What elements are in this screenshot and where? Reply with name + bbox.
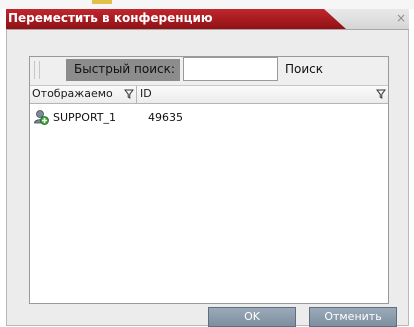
column-header-label: ID	[140, 87, 152, 100]
user-list-panel: Быстрый поиск: Поиск Отображаемо ID SUPP…	[29, 56, 389, 304]
table-header: Отображаемо ID	[30, 86, 388, 104]
cancel-button[interactable]: Отменить	[309, 307, 397, 327]
add-user-icon	[34, 110, 49, 125]
search-button[interactable]: Поиск	[285, 62, 323, 76]
quick-search-input[interactable]	[183, 57, 278, 81]
table-row[interactable]: SUPPORT_1 49635	[30, 108, 388, 128]
column-header-label: Отображаемо	[32, 87, 113, 100]
background-window	[0, 0, 414, 9]
quick-search-label: Быстрый поиск:	[74, 62, 175, 76]
filter-icon[interactable]	[376, 89, 386, 99]
title-bar: Переместить в конференцию ×	[6, 9, 409, 30]
cell-display-name: SUPPORT_1	[53, 111, 117, 124]
ok-button[interactable]: OK	[208, 307, 296, 327]
move-to-conference-dialog: Переместить в конференцию × Быстрый поис…	[6, 9, 409, 327]
toolbar-grip[interactable]	[34, 61, 40, 79]
cell-id: 49635	[148, 111, 183, 124]
search-toolbar: Быстрый поиск: Поиск	[30, 57, 388, 86]
column-header-display-name[interactable]: Отображаемо	[32, 86, 137, 103]
close-icon[interactable]: ×	[395, 12, 407, 24]
dialog-title: Переместить в конференцию	[8, 11, 213, 25]
column-header-id[interactable]: ID	[140, 86, 388, 103]
background-bar	[92, 0, 112, 4]
filter-icon[interactable]	[124, 89, 134, 99]
